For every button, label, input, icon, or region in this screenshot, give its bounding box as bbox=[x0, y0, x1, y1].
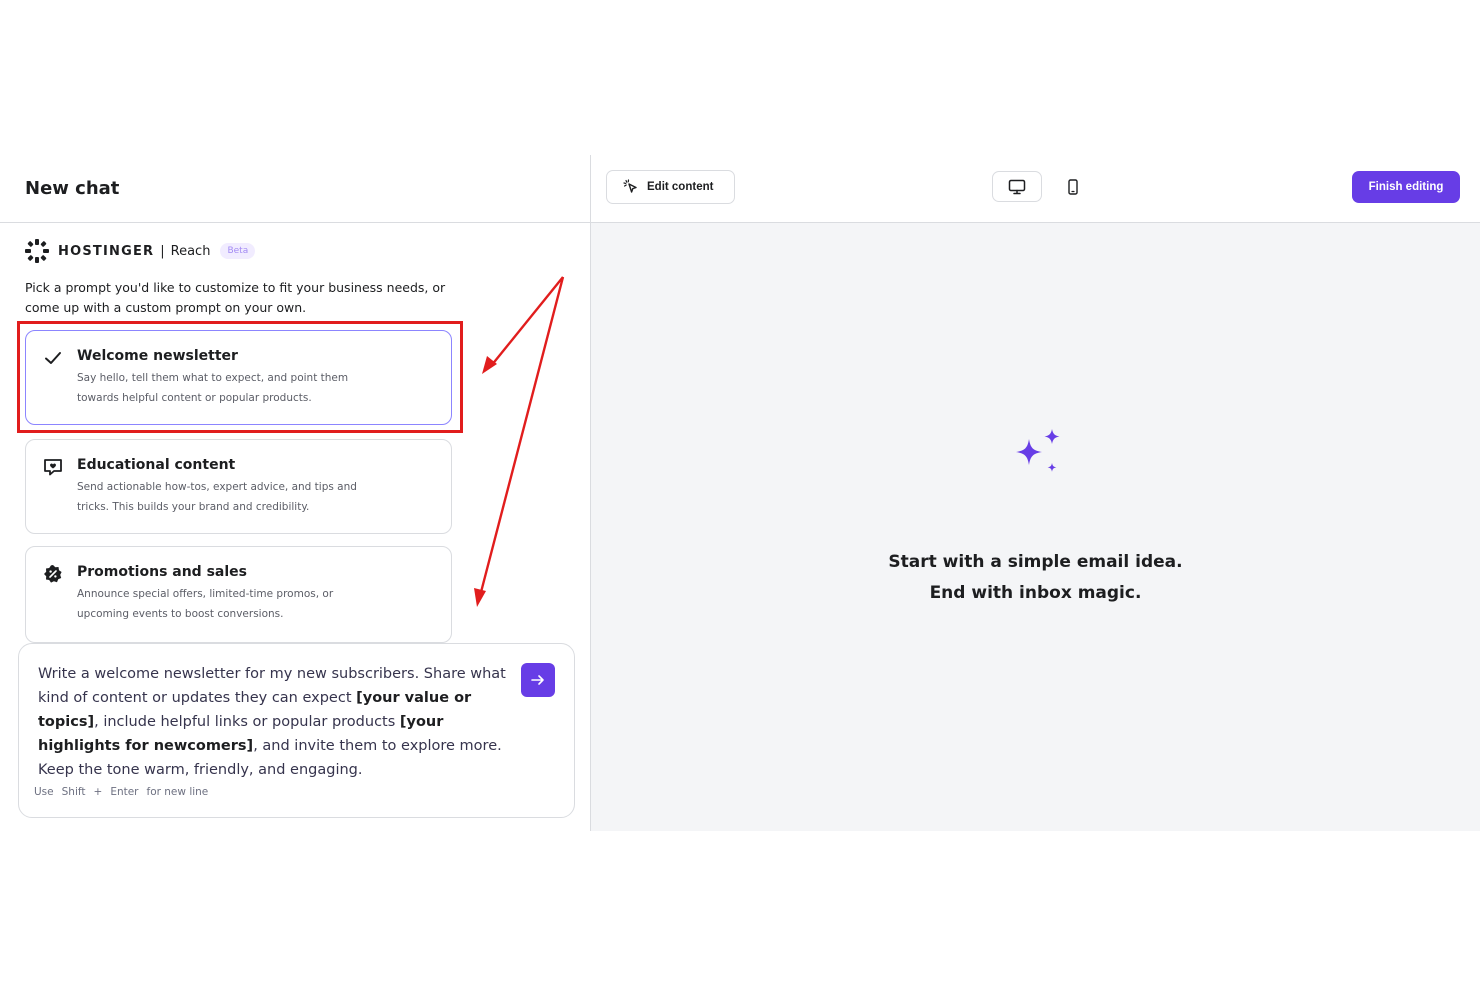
hint-key-enter: Enter bbox=[110, 786, 139, 798]
cursor-click-icon bbox=[623, 179, 637, 193]
edit-content-label: Edit content bbox=[647, 181, 714, 193]
page-title: New chat bbox=[25, 178, 120, 199]
hostinger-logo-icon bbox=[25, 239, 49, 263]
chat-header: New chat bbox=[0, 155, 590, 223]
prompt-card-title: Promotions and sales bbox=[77, 564, 247, 580]
finish-editing-button[interactable]: Finish editing bbox=[1352, 171, 1460, 203]
sparkle-icon bbox=[1016, 429, 1060, 472]
prompt-card-educational-content[interactable]: Educational content Send actionable how-… bbox=[25, 439, 452, 534]
preview-panel: Edit content Finish editing Start with a… bbox=[591, 155, 1480, 831]
prompt-composer[interactable]: Write a welcome newsletter for my new su… bbox=[18, 643, 575, 818]
hint-suffix: for new line bbox=[146, 786, 209, 798]
prompt-card-promotions-and-sales[interactable]: Promotions and sales Announce special of… bbox=[25, 546, 452, 643]
app: New chat HOSTINGER | Reach Beta Pick a p… bbox=[0, 155, 1480, 831]
brand-product: Reach bbox=[170, 243, 211, 259]
hint-key-shift: Shift bbox=[61, 786, 86, 798]
brand-row: HOSTINGER | Reach Beta bbox=[25, 239, 256, 263]
chat-bubble-icon bbox=[44, 459, 62, 476]
brand-name: HOSTINGER bbox=[58, 243, 155, 259]
beta-badge: Beta bbox=[220, 243, 256, 259]
composer-hint: Use Shift + Enter for new line bbox=[34, 786, 208, 798]
send-button[interactable] bbox=[521, 663, 555, 697]
brand-separator: | bbox=[160, 243, 165, 259]
prompt-card-description: Announce special offers, limited-time pr… bbox=[77, 588, 334, 620]
prompt-text-segment: , include helpful links or popular produ… bbox=[94, 714, 400, 730]
mobile-icon bbox=[1068, 178, 1078, 195]
arrow-right-icon bbox=[531, 675, 544, 685]
chat-panel: New chat HOSTINGER | Reach Beta Pick a p… bbox=[0, 155, 591, 831]
hint-plus: + bbox=[93, 786, 103, 798]
discount-badge-icon bbox=[44, 565, 62, 583]
annotation-highlight-box bbox=[17, 321, 463, 433]
preview-toolbar: Edit content Finish editing bbox=[591, 155, 1480, 223]
desktop-icon bbox=[1008, 179, 1026, 194]
desktop-view-toggle[interactable] bbox=[992, 171, 1042, 202]
mobile-view-toggle[interactable] bbox=[1061, 171, 1085, 202]
empty-state-line-2: End with inbox magic. bbox=[929, 583, 1142, 603]
intro-text: Pick a prompt you'd like to customize to… bbox=[25, 280, 446, 315]
empty-state-text: Start with a simple email idea. End with… bbox=[591, 547, 1480, 609]
prompt-input[interactable]: Write a welcome newsletter for my new su… bbox=[38, 662, 513, 782]
hint-use: Use bbox=[34, 786, 54, 798]
empty-state-line-1: Start with a simple email idea. bbox=[888, 552, 1183, 572]
prompt-card-description: Send actionable how-tos, expert advice, … bbox=[77, 481, 357, 513]
edit-content-button[interactable]: Edit content bbox=[606, 170, 735, 204]
prompt-card-title: Educational content bbox=[77, 457, 236, 473]
